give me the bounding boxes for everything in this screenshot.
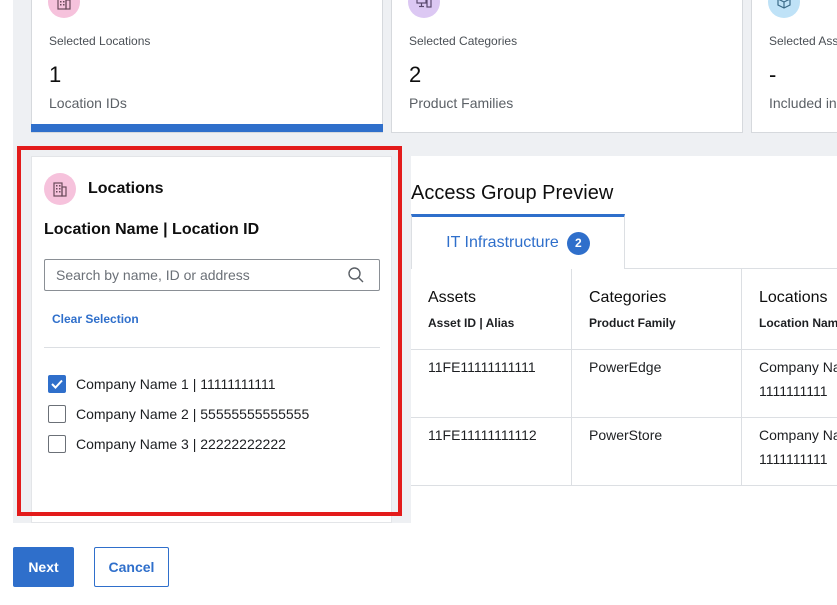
table-row[interactable]: 11FE11111111111 PowerEdge Company Na 111… [411,350,837,418]
card-value: - [769,62,777,87]
search-input[interactable] [45,260,335,290]
card-caption: Selected Ass [769,34,837,48]
location-item-3[interactable]: Company Name 3 | 22222222222 [48,429,309,459]
access-group-preview: Access Group Preview IT Infrastructure 2… [411,156,837,523]
next-button[interactable]: Next [13,547,74,587]
category: PowerStore [589,427,663,443]
preview-title: Access Group Preview [411,182,614,204]
summary-card-assets[interactable]: Selected Ass - Included in [751,0,837,133]
check-icon [51,379,63,389]
table-header-row: Assets Asset ID | Alias Categories Produ… [411,269,837,350]
summary-card-categories[interactable]: Selected Categories 2 Product Families [391,0,743,133]
location-item-1[interactable]: Company Name 1 | 11111111111 [48,369,309,399]
monitor-icon [408,0,440,18]
card-subtext: Included in [769,95,837,111]
tab-label: IT Infrastructure [446,234,559,251]
cube-icon [768,0,800,18]
asset-id: 11FE11111111111 [428,359,536,375]
divider [44,347,380,348]
building-icon [48,0,80,18]
location-name: Company Na 1111111111 [759,427,837,467]
card-caption: Selected Categories [409,34,518,48]
checkbox[interactable] [48,435,66,453]
location-item-label: Company Name 2 | 55555555555555 [76,406,310,422]
locations-panel: Locations Location Name | Location ID Cl… [31,156,392,523]
building-icon [44,173,76,205]
asset-id: 11FE11111111112 [428,427,537,443]
locations-header: Locations [44,173,164,205]
search-box [44,259,380,291]
location-item-2[interactable]: Company Name 2 | 55555555555555 [48,399,309,429]
table-row[interactable]: 11FE11111111112 PowerStore Company Na 11… [411,418,837,486]
search-icon[interactable] [347,266,365,289]
cancel-button[interactable]: Cancel [94,547,169,587]
active-card-indicator [31,124,383,132]
locations-title: Locations [88,180,164,197]
card-caption: Selected Locations [49,34,151,48]
count-badge: 2 [566,231,590,255]
checkbox[interactable] [48,405,66,423]
tab-it-infrastructure[interactable]: IT Infrastructure 2 [411,214,625,269]
location-item-label: Company Name 3 | 22222222222 [76,436,286,452]
category: PowerEdge [589,359,662,375]
checkbox-checked[interactable] [48,375,66,393]
card-value: 1 [49,62,62,87]
preview-tabs: IT Infrastructure 2 [411,214,837,269]
card-subtext: Location IDs [49,95,127,111]
location-list: Company Name 1 | 11111111111 Company Nam… [48,369,309,459]
column-header-categories: Categories Product Family [571,269,741,349]
card-subtext: Product Families [409,95,514,111]
locations-subtitle: Location Name | Location ID [44,221,260,238]
summary-card-locations[interactable]: Selected Locations 1 Location IDs [31,0,383,133]
clear-selection-link[interactable]: Clear Selection [52,312,139,326]
card-value: 2 [409,62,422,87]
stage: Selected Locations 1 Location IDs Select… [0,0,837,605]
column-header-locations: Locations Location Name [741,269,837,349]
location-item-label: Company Name 1 | 11111111111 [76,376,276,392]
column-header-assets: Assets Asset ID | Alias [428,289,515,330]
location-name: Company Na 1111111111 [759,359,837,399]
